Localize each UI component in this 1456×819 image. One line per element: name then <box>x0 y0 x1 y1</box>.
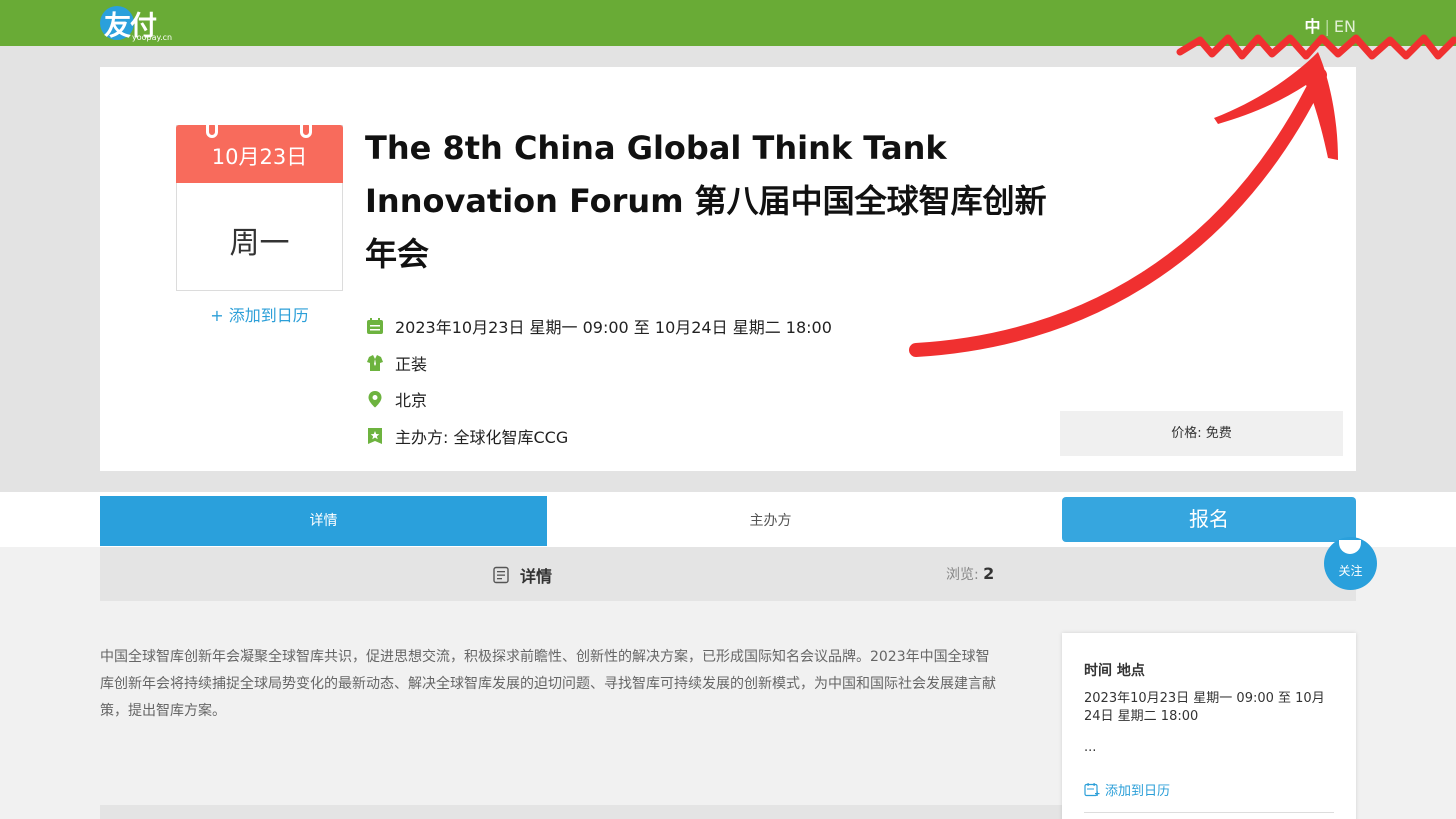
calendar-widget: 10月23日 周一 <box>176 120 343 291</box>
views-number: 2 <box>983 564 995 583</box>
badge-star-icon <box>368 428 382 444</box>
logo-subtext: yoopay.cn <box>132 33 173 42</box>
calendar-weekday: 周一 <box>229 226 290 261</box>
lang-en-link[interactable]: EN <box>1334 17 1356 36</box>
language-switcher: 中 | EN <box>1305 13 1356 37</box>
side-card-time: 2023年10月23日 星期一 09:00 至 10月24日 星期二 18:00 <box>1084 691 1325 724</box>
detail-header <box>100 547 1356 601</box>
calendar-date: 10月23日 <box>176 125 343 183</box>
event-datetime-row: 2023年10月23日 星期一 09:00 至 10月24日 星期二 18:00 <box>366 315 832 337</box>
suit-icon <box>367 355 383 371</box>
detail-heading: 详情 <box>492 563 552 587</box>
yoopay-logo[interactable]: 友付 yoopay.cn <box>100 4 173 44</box>
side-card-place: ... <box>1084 740 1097 755</box>
side-add-to-calendar-link[interactable]: 添加到日历 <box>1084 780 1170 799</box>
side-card-divider <box>1084 812 1334 813</box>
document-icon <box>493 566 509 584</box>
event-datetime: 2023年10月23日 星期一 09:00 至 10月24日 星期二 18:00 <box>395 318 832 337</box>
location-pin-icon <box>368 391 382 408</box>
views-label: 浏览: <box>946 567 984 583</box>
top-bar: 友付 yoopay.cn 中 | EN <box>0 0 1456 46</box>
event-description: 中国全球智库创新年会凝聚全球智库共识，促进思想交流，积极探求前瞻性、创新性的解决… <box>100 649 996 719</box>
event-dress-code: 正装 <box>395 355 428 374</box>
add-to-calendar-link[interactable]: + 添加到日历 <box>176 302 343 326</box>
calendar-ring-left <box>206 120 218 138</box>
event-location-row: 北京 <box>366 388 427 410</box>
lang-separator: | <box>1324 17 1330 36</box>
event-title: The 8th China Global Think Tank Innovati… <box>365 129 1047 273</box>
side-card-title: 时间 地点 <box>1084 663 1145 679</box>
tab-organizer[interactable]: 主办方 <box>547 496 994 546</box>
event-dress-row: 正装 <box>366 352 427 374</box>
calendar-add-icon <box>1084 782 1100 796</box>
detail-heading-text: 详情 <box>520 567 553 586</box>
event-organizer-row: 主办方: 全球化智库CCG <box>366 425 568 447</box>
lang-zh-link[interactable]: 中 <box>1305 17 1321 36</box>
price-box: 价格: 免费 <box>1060 411 1343 456</box>
view-count: 浏览: 2 <box>946 564 994 584</box>
bottom-section-bar <box>100 805 1062 819</box>
tab-detail[interactable]: 详情 <box>100 496 547 546</box>
side-add-label: 添加到日历 <box>1105 784 1171 799</box>
calendar-ring-right <box>300 120 312 138</box>
signup-button[interactable]: 报名 <box>1062 497 1356 542</box>
event-organizer: 主办方: 全球化智库CCG <box>395 428 569 447</box>
event-location: 北京 <box>395 391 428 410</box>
calendar-icon <box>367 318 383 334</box>
